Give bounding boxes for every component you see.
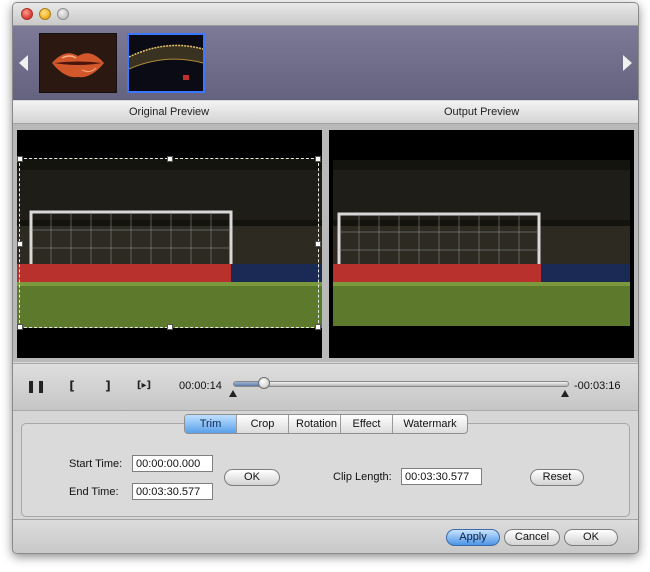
timeline-slider[interactable] (233, 377, 569, 389)
playback-controls: ❚❚ [ ] [▸] 00:00:14 -00:03:16 (13, 363, 638, 411)
preview-header: Original Preview Output Preview (13, 101, 638, 124)
tab-effect[interactable]: Effect (341, 415, 393, 433)
crop-handle-bottom-right[interactable] (315, 324, 321, 330)
crop-handle-bottom[interactable] (167, 324, 173, 330)
original-preview-screen[interactable] (17, 130, 322, 358)
trim-panel: Start Time: 00:00:00.000 End Time: 00:03… (21, 423, 630, 517)
edit-tabs: Trim Crop Rotation Effect Watermark (184, 414, 468, 434)
tab-rotation[interactable]: Rotation (289, 415, 341, 433)
close-window-button[interactable] (21, 8, 33, 20)
crop-selection-box[interactable] (17, 156, 321, 330)
crop-handle-bottom-left[interactable] (17, 324, 23, 330)
start-time-label: Start Time: (69, 458, 123, 470)
clip-length-label: Clip Length: (333, 471, 392, 483)
clip-thumbnail-stadium[interactable] (127, 33, 205, 93)
step-frame-icon[interactable]: [▸] (135, 377, 153, 395)
preview-area (13, 124, 638, 362)
ok-button[interactable]: OK (564, 529, 618, 546)
minimize-window-button[interactable] (39, 8, 51, 20)
current-time: 00:00:14 (179, 380, 222, 392)
trim-end-marker[interactable] (561, 390, 569, 397)
crop-handle-left[interactable] (17, 241, 23, 247)
clip-thumbnail-strip (13, 26, 638, 100)
timeline-playhead[interactable] (258, 377, 271, 389)
scroll-right-arrow-icon[interactable] (623, 55, 632, 71)
crop-handle-right[interactable] (315, 241, 321, 247)
crop-handle-top[interactable] (167, 156, 173, 162)
title-bar (13, 3, 638, 26)
output-preview-label: Output Preview (444, 106, 520, 118)
zoom-window-button[interactable] (57, 8, 69, 20)
crop-handle-top-right[interactable] (315, 156, 321, 162)
cancel-button[interactable]: Cancel (504, 529, 560, 546)
end-time-field[interactable]: 00:03:30.577 (132, 483, 213, 500)
clip-thumbnail-lips[interactable] (39, 33, 117, 93)
bracket-left-icon[interactable]: [ (63, 377, 81, 395)
crop-handle-top-left[interactable] (17, 156, 23, 162)
scroll-left-arrow-icon[interactable] (19, 55, 28, 71)
bracket-right-icon[interactable]: ] (99, 377, 117, 395)
remaining-time: -00:03:16 (574, 380, 621, 392)
original-preview-label: Original Preview (129, 106, 210, 118)
tab-watermark[interactable]: Watermark (393, 415, 467, 433)
trim-ok-button[interactable]: OK (224, 469, 280, 486)
reset-button[interactable]: Reset (530, 469, 584, 486)
output-preview-screen (329, 130, 634, 358)
dialog-footer: Apply Cancel OK (13, 519, 638, 553)
clip-length-field: 00:03:30.577 (401, 468, 482, 485)
end-time-label: End Time: (69, 486, 119, 498)
pause-icon[interactable]: ❚❚ (26, 377, 46, 395)
trim-start-marker[interactable] (229, 390, 237, 397)
start-time-field[interactable]: 00:00:00.000 (132, 455, 213, 472)
tab-crop[interactable]: Crop (237, 415, 289, 433)
apply-button[interactable]: Apply (446, 529, 500, 546)
editor-window: Original Preview Output Preview ❚❚ [] [… (12, 2, 639, 554)
tab-trim[interactable]: Trim (185, 415, 237, 433)
